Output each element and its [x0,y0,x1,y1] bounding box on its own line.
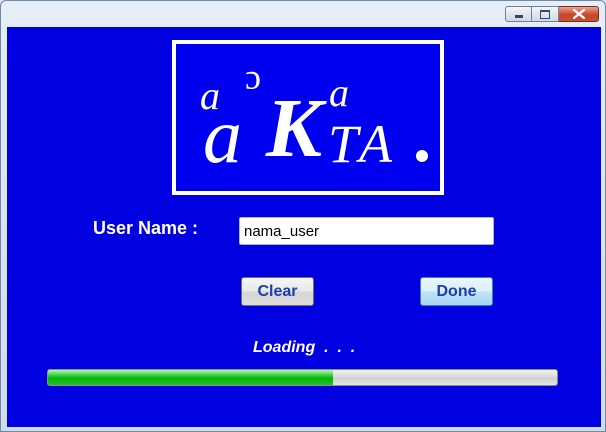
svg-text:T: T [328,114,362,174]
username-input[interactable] [239,217,494,245]
main-panel: a c a K a T A User Name : Clear Done Loa… [7,27,601,427]
app-window: a c a K a T A User Name : Clear Done Loa… [0,0,606,432]
svg-text:c: c [245,64,261,104]
akata-logo: a c a K a T A [172,40,444,195]
loading-progress-bar [47,369,558,386]
clear-button[interactable]: Clear [241,277,314,306]
svg-text:a: a [329,70,349,115]
close-icon [572,9,585,19]
progress-fill [48,370,334,385]
caption-buttons [505,6,599,22]
minimize-icon [514,15,523,18]
svg-text:A: A [356,114,393,174]
svg-text:a: a [203,92,242,179]
loading-label: Loading . . . [253,339,356,356]
maximize-icon [540,9,550,19]
close-button[interactable] [559,6,599,22]
title-bar[interactable] [1,1,605,27]
done-button[interactable]: Done [420,277,493,306]
minimize-button[interactable] [505,6,532,22]
svg-text:K: K [265,82,327,175]
username-label: User Name : [93,218,199,238]
maximize-button[interactable] [532,6,559,22]
